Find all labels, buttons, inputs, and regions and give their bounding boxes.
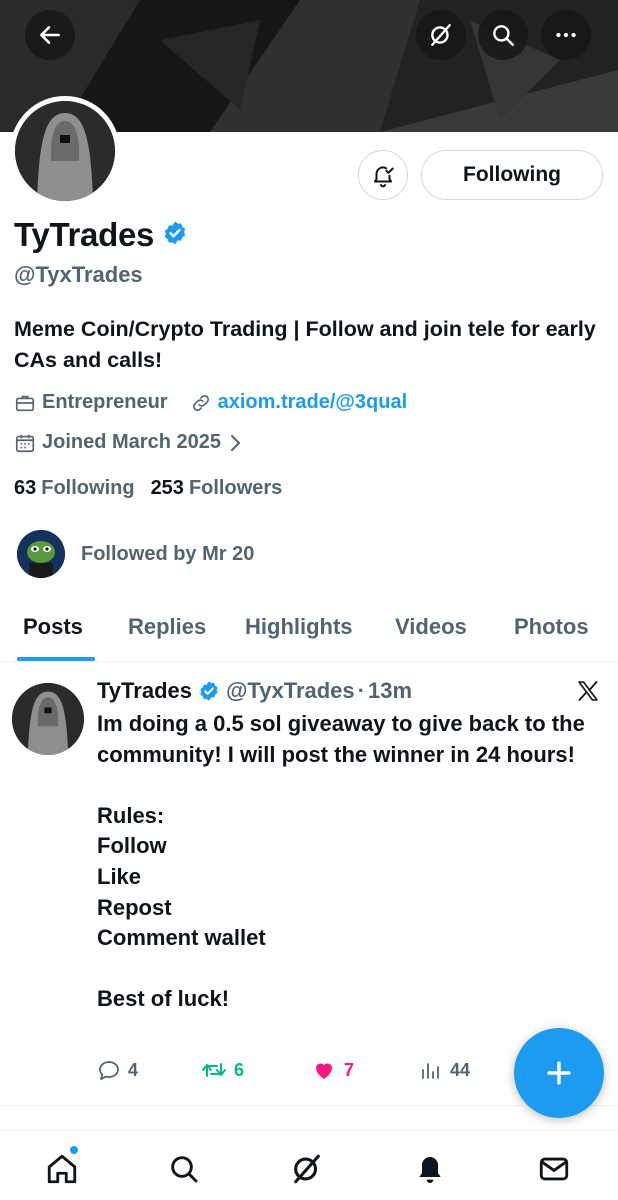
followed-by-text: Followed by Mr 20	[81, 542, 255, 565]
bell-check-icon	[373, 166, 394, 188]
post-header: TyTrades @TyxTrades · 13m	[97, 678, 412, 704]
repost-icon	[202, 1063, 226, 1077]
nav-messages[interactable]	[534, 1149, 574, 1189]
following-button[interactable]: Following	[421, 150, 603, 200]
back-button[interactable]	[25, 10, 75, 60]
profile-tabs: Posts Replies Highlights Videos Photos	[0, 600, 618, 662]
nav-notifications[interactable]	[410, 1149, 450, 1189]
post-author-name[interactable]: TyTrades	[97, 678, 192, 704]
followers-label: Followers	[188, 477, 283, 499]
envelope-icon	[539, 1157, 569, 1181]
search-icon	[493, 25, 514, 46]
more-horizontal-icon	[556, 32, 576, 38]
profile-avatar[interactable]	[10, 96, 120, 206]
repost-count: 6	[234, 1059, 245, 1080]
more-button[interactable]	[541, 10, 591, 60]
views-button[interactable]: 44	[419, 1058, 470, 1082]
profile-joined: Joined March 2025	[42, 431, 221, 453]
profile-display-name: TyTrades	[14, 216, 155, 253]
followers-count-link[interactable]: 253 Followers	[151, 477, 283, 500]
nav-grok[interactable]	[287, 1149, 327, 1189]
heart-icon	[316, 1063, 332, 1079]
tab-posts[interactable]: Posts	[23, 614, 83, 640]
tab-videos[interactable]: Videos	[395, 614, 467, 640]
views-bar-chart-icon	[422, 1063, 439, 1079]
reply-icon	[99, 1061, 119, 1080]
nav-search[interactable]	[164, 1149, 204, 1189]
post-author-avatar[interactable]	[12, 683, 84, 755]
briefcase-icon	[14, 392, 36, 414]
follower-avatar	[17, 530, 65, 578]
grok-icon	[294, 1154, 320, 1184]
calendar-icon	[14, 432, 36, 454]
profile-website-link[interactable]: axiom.trade/@3qual	[218, 391, 408, 414]
bottom-navigation	[0, 1130, 618, 1200]
post-verified-badge-icon	[198, 680, 220, 702]
post-actions: 4 6 7 44	[97, 1058, 497, 1088]
arrow-left-icon	[40, 26, 60, 44]
home-icon	[47, 1154, 77, 1184]
following-label: Following	[41, 477, 135, 499]
bell-icon	[419, 1157, 441, 1183]
verified-badge-icon[interactable]	[162, 216, 188, 254]
search-button[interactable]	[478, 10, 528, 60]
grok-button[interactable]	[416, 10, 466, 60]
link-icon	[190, 392, 212, 414]
compose-post-button[interactable]	[514, 1028, 604, 1118]
profile-bio: Meme Coin/Crypto Trading | Follow and jo…	[14, 317, 596, 372]
followed-by-row[interactable]: Followed by Mr 20	[17, 530, 254, 578]
post-timestamp[interactable]: 13m	[368, 678, 412, 704]
follow-counts: 63 Following 253 Followers	[14, 477, 298, 500]
post-author-handle[interactable]: @TyxTrades	[226, 678, 355, 704]
followers-count: 253	[150, 477, 184, 499]
profile-joined-row[interactable]: Joined March 2025	[14, 431, 249, 454]
following-count: 63	[14, 477, 37, 499]
following-count-link[interactable]: 63 Following	[14, 477, 135, 500]
profile-name: TyTrades	[14, 216, 188, 254]
like-count: 7	[344, 1059, 355, 1080]
post-separator: ·	[357, 678, 365, 703]
active-tab-indicator	[17, 657, 95, 661]
reply-count: 4	[128, 1059, 139, 1080]
tab-replies[interactable]: Replies	[128, 614, 206, 640]
home-notification-dot	[70, 1146, 78, 1154]
plus-icon	[547, 1061, 571, 1085]
search-icon	[171, 1156, 198, 1183]
grok-icon	[431, 24, 451, 46]
post-item[interactable]: TyTrades @TyxTrades · 13m Im doing a 0.5…	[0, 663, 618, 1106]
repost-button[interactable]: 6	[201, 1058, 244, 1082]
reply-button[interactable]: 4	[97, 1058, 138, 1082]
nav-home[interactable]	[42, 1149, 82, 1189]
notifications-bell-button[interactable]	[358, 150, 408, 200]
hooded-figure-image	[15, 101, 115, 201]
x-logo-icon	[576, 679, 600, 708]
post-text: Im doing a 0.5 sol giveaway to give back…	[97, 711, 585, 1012]
profile-meta-row: Entrepreneur axiom.trade/@3qual	[14, 391, 407, 414]
profile-handle: @TyxTrades	[14, 262, 143, 287]
tab-highlights[interactable]: Highlights	[245, 614, 353, 640]
tab-photos[interactable]: Photos	[514, 614, 589, 640]
like-button[interactable]: 7	[311, 1058, 354, 1082]
views-count: 44	[450, 1059, 471, 1080]
chevron-right-icon	[227, 433, 243, 453]
profile-category: Entrepreneur	[42, 391, 168, 413]
